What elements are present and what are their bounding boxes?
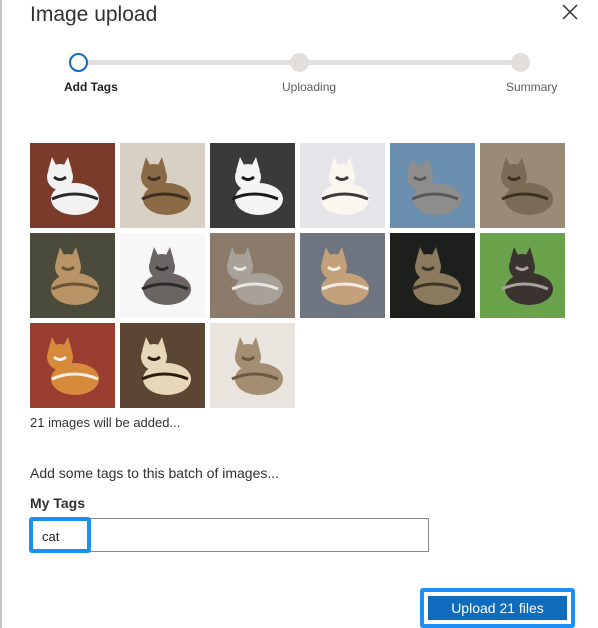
cat-photo-icon [120, 143, 205, 228]
cat-photo-icon [120, 233, 205, 318]
image-thumbnail [390, 233, 475, 318]
image-thumbnail [30, 233, 115, 318]
step-label-uploading: Uploading [282, 80, 337, 94]
cat-photo-icon [210, 323, 295, 408]
tag-chip-cat[interactable]: cat [29, 517, 91, 553]
step-dot-add-tags [69, 53, 88, 72]
cat-photo-icon [300, 143, 385, 228]
cat-photo-icon [210, 233, 295, 318]
my-tags-label: My Tags [30, 495, 85, 511]
cat-photo-icon [30, 323, 115, 408]
upload-button-focus-ring: Upload 21 files [420, 588, 575, 628]
image-thumbnail [120, 323, 205, 408]
step-dot-summary [511, 53, 530, 72]
image-thumbnail [300, 143, 385, 228]
dialog-title: Image upload [30, 3, 158, 26]
image-upload-dialog: Image upload Add Tags Uploading Summary … [0, 0, 598, 628]
step-label-summary: Summary [506, 80, 558, 94]
progress-stepper: Add Tags Uploading Summary [0, 50, 598, 100]
cat-photo-icon [30, 143, 115, 228]
cat-photo-icon [390, 143, 475, 228]
cat-photo-icon [390, 233, 475, 318]
image-thumbnail [300, 233, 385, 318]
image-thumbnail [120, 233, 205, 318]
image-count-text: 21 images will be added... [30, 415, 181, 430]
upload-button[interactable]: Upload 21 files [428, 596, 567, 620]
image-thumbnail [480, 233, 565, 318]
cat-photo-icon [300, 233, 385, 318]
image-thumbnail [390, 143, 475, 228]
image-thumbnail [480, 143, 565, 228]
image-thumbnail [210, 143, 295, 228]
image-thumbnail [30, 143, 115, 228]
image-thumbnail [210, 233, 295, 318]
tags-prompt: Add some tags to this batch of images... [30, 465, 280, 481]
step-dot-uploading [290, 53, 309, 72]
tag-chip-label: cat [42, 529, 60, 544]
cat-photo-icon [480, 143, 565, 228]
image-thumbnail [210, 323, 295, 408]
close-icon[interactable] [560, 2, 580, 22]
cat-photo-icon [480, 233, 565, 318]
cat-photo-icon [210, 143, 295, 228]
cat-photo-icon [120, 323, 205, 408]
image-thumbnail [30, 323, 115, 408]
cat-photo-icon [30, 233, 115, 318]
step-label-add-tags: Add Tags [64, 80, 118, 94]
image-thumbnail [120, 143, 205, 228]
